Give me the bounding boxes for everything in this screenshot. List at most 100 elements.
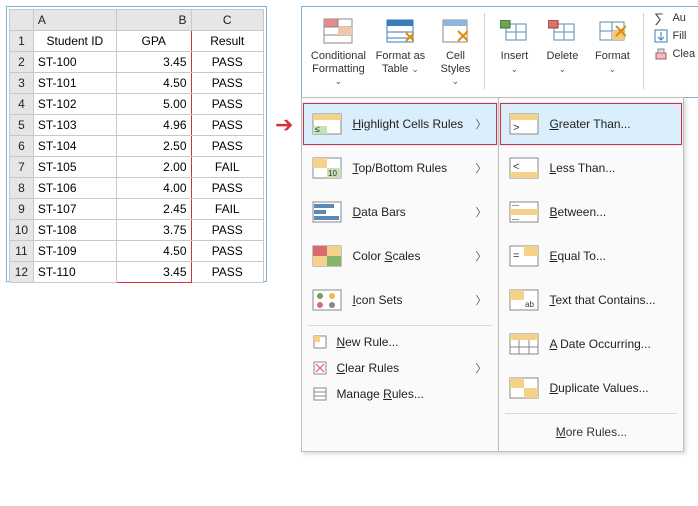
svg-text:—: — bbox=[512, 202, 519, 209]
delete-button[interactable]: Delete⌄ bbox=[539, 11, 585, 76]
fill-label: Fill bbox=[672, 30, 686, 42]
cell[interactable]: ST-104 bbox=[33, 136, 116, 157]
cell[interactable]: PASS bbox=[191, 52, 264, 73]
format-as-table-button[interactable]: Format as Table ⌄ bbox=[370, 11, 430, 76]
row-header[interactable]: 8 bbox=[10, 178, 34, 199]
row-header[interactable]: 12 bbox=[10, 262, 34, 283]
spreadsheet-panel: A B C 1Student IDGPAResult2ST-1003.45PAS… bbox=[6, 6, 267, 282]
row-header[interactable]: 2 bbox=[10, 52, 34, 73]
menu-label: Top/Bottom Rules bbox=[352, 161, 465, 175]
menu-label: Duplicate Values... bbox=[549, 381, 673, 395]
menu-highlight-cells-rules[interactable]: ≤ Highlight Cells Rules 〉 bbox=[302, 102, 498, 146]
cell[interactable]: ST-106 bbox=[33, 178, 116, 199]
format-button[interactable]: Format⌄ bbox=[587, 11, 637, 76]
clear-rules-icon bbox=[312, 360, 328, 376]
conditional-formatting-button[interactable]: Conditional Formatting ⌄ bbox=[308, 11, 368, 89]
col-header-A[interactable]: A bbox=[33, 10, 116, 31]
cell[interactable]: ST-108 bbox=[33, 220, 116, 241]
highlight-rules-icon: ≤ bbox=[312, 112, 342, 136]
row-header[interactable]: 5 bbox=[10, 115, 34, 136]
insert-button[interactable]: Insert⌄ bbox=[491, 11, 537, 76]
menu-color-scales[interactable]: Color Scales 〉 bbox=[302, 234, 498, 278]
cell[interactable]: ST-103 bbox=[33, 115, 116, 136]
menu-equal-to[interactable]: = Equal To... bbox=[499, 234, 683, 278]
menu-new-rule[interactable]: New Rule... bbox=[302, 329, 498, 355]
worksheet-grid[interactable]: A B C 1Student IDGPAResult2ST-1003.45PAS… bbox=[9, 9, 264, 283]
cell[interactable]: 4.96 bbox=[116, 115, 191, 136]
cell[interactable]: ST-102 bbox=[33, 94, 116, 115]
cell[interactable]: GPA bbox=[116, 31, 191, 52]
row-header[interactable]: 3 bbox=[10, 73, 34, 94]
cell-styles-button[interactable]: Cell Styles ⌄ bbox=[432, 11, 478, 89]
cell[interactable]: PASS bbox=[191, 241, 264, 262]
cell[interactable]: PASS bbox=[191, 94, 264, 115]
menu-separator bbox=[505, 413, 677, 414]
cell[interactable]: Student ID bbox=[33, 31, 116, 52]
cell[interactable]: 4.50 bbox=[116, 241, 191, 262]
group-divider bbox=[643, 13, 644, 89]
cell[interactable]: ST-109 bbox=[33, 241, 116, 262]
chevron-right-icon: 〉 bbox=[475, 248, 488, 264]
menu-clear-rules[interactable]: Clear Rules 〉 bbox=[302, 355, 498, 381]
svg-text:10: 10 bbox=[328, 169, 337, 178]
row-header[interactable]: 11 bbox=[10, 241, 34, 262]
menu-label: Text that Contains... bbox=[549, 293, 673, 307]
cell[interactable]: 3.75 bbox=[116, 220, 191, 241]
editing-group: ∑Au Fill Clea bbox=[650, 11, 695, 91]
menu-greater-than[interactable]: > Greater Than... bbox=[499, 102, 683, 146]
cell[interactable]: 2.50 bbox=[116, 136, 191, 157]
cell[interactable]: 4.00 bbox=[116, 178, 191, 199]
clear-button[interactable]: Clea bbox=[654, 47, 695, 61]
cell[interactable]: PASS bbox=[191, 115, 264, 136]
menu-icon-sets[interactable]: Icon Sets 〉 bbox=[302, 278, 498, 322]
svg-text:<: < bbox=[513, 161, 519, 173]
menu-duplicate-values[interactable]: Duplicate Values... bbox=[499, 366, 683, 410]
cell[interactable]: PASS bbox=[191, 178, 264, 199]
cell[interactable]: 4.50 bbox=[116, 73, 191, 94]
cell[interactable]: PASS bbox=[191, 220, 264, 241]
row-header[interactable]: 6 bbox=[10, 136, 34, 157]
menu-label: Highlight Cells Rules bbox=[352, 117, 465, 131]
greater-than-icon: > bbox=[509, 112, 539, 136]
menu-more-rules[interactable]: More Rules... bbox=[499, 417, 683, 447]
menu-data-bars[interactable]: Data Bars 〉 bbox=[302, 190, 498, 234]
row-header[interactable]: 7 bbox=[10, 157, 34, 178]
select-all-corner[interactable] bbox=[10, 10, 34, 31]
row-header[interactable]: 1 bbox=[10, 31, 34, 52]
cell[interactable]: ST-100 bbox=[33, 52, 116, 73]
menu-less-than[interactable]: < Less Than... bbox=[499, 146, 683, 190]
fill-button[interactable]: Fill bbox=[654, 29, 695, 43]
cell[interactable]: PASS bbox=[191, 136, 264, 157]
menu-between[interactable]: —— Between... bbox=[499, 190, 683, 234]
col-header-B[interactable]: B bbox=[116, 10, 191, 31]
cell[interactable]: PASS bbox=[191, 73, 264, 94]
cell[interactable]: FAIL bbox=[191, 199, 264, 220]
format-label: Format bbox=[595, 50, 630, 62]
color-scales-icon bbox=[312, 244, 342, 268]
cell[interactable]: ST-107 bbox=[33, 199, 116, 220]
cell[interactable]: ST-105 bbox=[33, 157, 116, 178]
cell[interactable]: Result bbox=[191, 31, 264, 52]
cell[interactable]: ST-110 bbox=[33, 262, 116, 283]
cell[interactable]: 3.45 bbox=[116, 262, 191, 283]
cell[interactable]: 2.45 bbox=[116, 199, 191, 220]
cell[interactable]: PASS bbox=[191, 262, 264, 283]
autosum-button[interactable]: ∑Au bbox=[654, 11, 695, 25]
text-contains-icon: ab bbox=[509, 288, 539, 312]
menu-label: Icon Sets bbox=[352, 293, 465, 307]
cell[interactable]: 3.45 bbox=[116, 52, 191, 73]
cell[interactable]: 2.00 bbox=[116, 157, 191, 178]
row-header[interactable]: 9 bbox=[10, 199, 34, 220]
cell[interactable]: ST-101 bbox=[33, 73, 116, 94]
menu-manage-rules[interactable]: Manage Rules... bbox=[302, 381, 498, 407]
cell[interactable]: FAIL bbox=[191, 157, 264, 178]
cell[interactable]: 5.00 bbox=[116, 94, 191, 115]
row-header[interactable]: 10 bbox=[10, 220, 34, 241]
menu-top-bottom-rules[interactable]: 10 Top/Bottom Rules 〉 bbox=[302, 146, 498, 190]
format-as-table-icon bbox=[386, 14, 414, 48]
menu-label: Data Bars bbox=[352, 205, 465, 219]
menu-date-occurring[interactable]: A Date Occurring... bbox=[499, 322, 683, 366]
row-header[interactable]: 4 bbox=[10, 94, 34, 115]
menu-text-contains[interactable]: ab Text that Contains... bbox=[499, 278, 683, 322]
col-header-C[interactable]: C bbox=[191, 10, 264, 31]
